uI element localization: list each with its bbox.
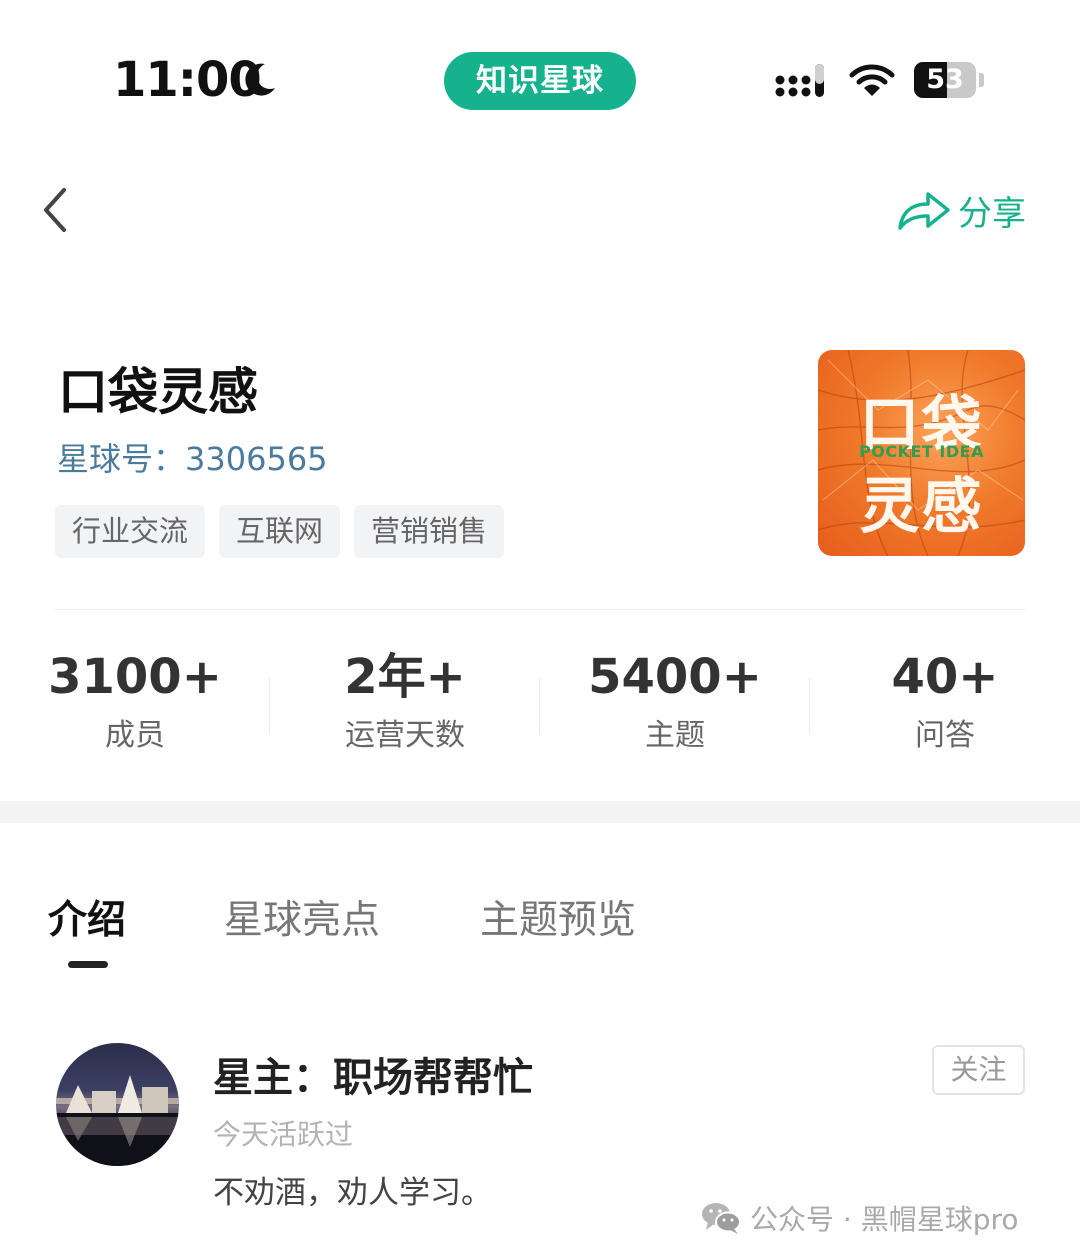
stat-qa[interactable]: 40+ 问答 (810, 645, 1080, 757)
active-tab-indicator (68, 961, 108, 968)
watermark-text: 公众号 · 黑帽星球pro (750, 1203, 1019, 1236)
group-title: 口袋灵感 (58, 363, 258, 421)
follow-button[interactable]: 关注 (932, 1045, 1025, 1095)
cover-title-line2: 灵感 (859, 472, 984, 542)
owner-bio: 不劝酒，劝人学习。 (213, 1175, 492, 1211)
group-id: 星球号：3306565 (57, 434, 328, 480)
moon-icon (245, 63, 275, 96)
wechat-icon (702, 1203, 741, 1234)
stat-value: 5400+ (588, 649, 762, 705)
tab-intro[interactable]: 介绍 (48, 893, 126, 949)
group-id-label: 星球号： (57, 440, 186, 478)
tag[interactable]: 营销销售 (354, 505, 505, 558)
tab-highlights[interactable]: 星球亮点 (224, 893, 380, 949)
share-button[interactable]: 分享 (896, 182, 1036, 238)
share-label: 分享 (958, 193, 1026, 234)
watermark: 公众号 · 黑帽星球pro (700, 1196, 1019, 1240)
battery-cap (979, 73, 984, 87)
stat-label: 问答 (915, 718, 975, 753)
share-arrow-icon (898, 192, 950, 230)
stat-value: 3100+ (48, 649, 222, 705)
avatar-photo (56, 1075, 179, 1166)
owner-title[interactable]: 星主：职场帮帮忙 (213, 1045, 533, 1103)
stat-label: 运营天数 (345, 718, 465, 753)
wifi-icon (849, 64, 895, 96)
tab-bar: 介绍 星球亮点 主题预览 (0, 893, 1080, 983)
stat-label: 主题 (645, 718, 705, 753)
battery-icon: 53 (914, 62, 976, 98)
avatar[interactable] (56, 1043, 179, 1166)
app-name-pill[interactable]: 知识星球 (444, 52, 636, 110)
group-tags: 行业交流 互联网 营销销售 (55, 505, 505, 558)
stat-members[interactable]: 3100+ 成员 (0, 645, 270, 757)
tab-topic-preview[interactable]: 主题预览 (480, 893, 636, 949)
tag[interactable]: 行业交流 (55, 505, 206, 558)
stat-value: 40+ (891, 649, 999, 705)
owner-active-status: 今天活跃过 (213, 1118, 354, 1151)
group-cover-image[interactable]: 口袋 POCKET IDEA 灵感 (818, 350, 1025, 556)
chevron-left-icon[interactable] (36, 182, 76, 238)
group-id-value: 3306565 (185, 440, 328, 478)
stat-days[interactable]: 2年+ 运营天数 (270, 645, 540, 757)
stat-topics[interactable]: 5400+ 主题 (540, 645, 810, 757)
section-spacer (0, 801, 1080, 823)
stat-value: 2年+ (344, 649, 466, 705)
header-divider (55, 609, 1025, 610)
stats-row: 3100+ 成员 2年+ 运营天数 5400+ 主题 40+ 问答 (0, 645, 1080, 765)
stat-label: 成员 (105, 718, 165, 753)
battery-percent: 53 (926, 64, 964, 95)
tag[interactable]: 互联网 (219, 505, 341, 558)
status-bar: 11:00 知识星球 53 (0, 0, 1080, 165)
cellular-signal-icon (775, 64, 824, 97)
